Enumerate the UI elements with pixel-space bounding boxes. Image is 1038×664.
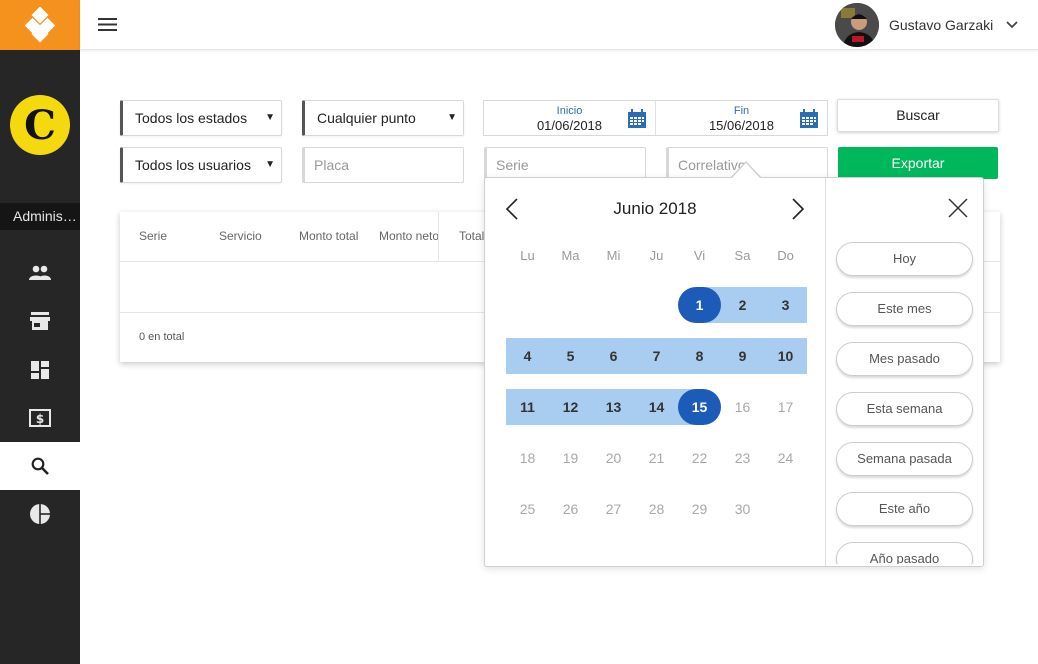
preset-button[interactable]: Hoy: [836, 242, 973, 276]
sidebar-item-reports[interactable]: [0, 490, 80, 538]
calendar-day[interactable]: 8: [678, 338, 721, 374]
calendar-day[interactable]: 12: [549, 389, 592, 425]
calendar-day[interactable]: 4: [506, 338, 549, 374]
point-select-value: Cualquier punto: [317, 110, 416, 126]
total-count: 0 en total: [139, 331, 185, 343]
calendar-icon: [800, 109, 818, 128]
calendar-day[interactable]: 28: [635, 491, 678, 527]
calendar-day[interactable]: 23: [721, 440, 764, 476]
calendar-day[interactable]: 29: [678, 491, 721, 527]
sidebar-item-dashboard[interactable]: [0, 346, 80, 394]
date-end[interactable]: Fin 15/06/2018: [655, 101, 827, 135]
status-select[interactable]: Todos los estados ▼: [120, 100, 282, 136]
app-logo-icon: [24, 7, 56, 43]
group-icon: [29, 265, 51, 280]
pie-chart-icon: [30, 504, 50, 524]
plate-input[interactable]: Placa: [302, 147, 464, 183]
avatar[interactable]: [835, 3, 879, 47]
company-logo-letter: C: [24, 101, 56, 149]
calendar-day[interactable]: 26: [549, 491, 592, 527]
calendar-day[interactable]: 7: [635, 338, 678, 374]
calendar-day[interactable]: 25: [506, 491, 549, 527]
preset-button[interactable]: Este año: [836, 492, 973, 526]
calendar-day[interactable]: 3: [764, 287, 807, 323]
calendar-day[interactable]: 2: [721, 287, 764, 323]
menu-icon[interactable]: [98, 17, 117, 32]
calendar-day[interactable]: 18: [506, 440, 549, 476]
search-icon: [31, 457, 49, 475]
export-button[interactable]: Exportar: [838, 147, 998, 179]
sidebar-item-payments[interactable]: $: [0, 394, 80, 442]
calendar-day[interactable]: 24: [764, 440, 807, 476]
store-icon: [30, 312, 50, 330]
calendar-day[interactable]: 5: [549, 338, 592, 374]
caret-down-icon: ▼: [265, 112, 275, 123]
user-role: Administrador: [0, 203, 80, 230]
chevron-down-icon[interactable]: [1005, 18, 1019, 32]
user-photo-icon: [835, 3, 879, 47]
column-header[interactable]: Serie: [139, 229, 209, 243]
date-start[interactable]: Inicio 01/06/2018: [484, 101, 655, 135]
top-bar: Gustavo Garzaki: [80, 0, 1038, 50]
preset-button[interactable]: Mes pasado: [836, 342, 973, 376]
company-logo: C: [10, 95, 70, 155]
users-select[interactable]: Todos los usuarios ▼: [120, 147, 282, 183]
svg-text:$: $: [36, 412, 44, 426]
sidebar-item-stores[interactable]: [0, 297, 80, 345]
point-select[interactable]: Cualquier punto ▼: [302, 100, 464, 136]
calendar-day[interactable]: 30: [721, 491, 764, 527]
search-button[interactable]: Buscar: [837, 99, 999, 132]
column-header[interactable]: Servicio: [219, 229, 289, 243]
calendar-day[interactable]: 27: [592, 491, 635, 527]
users-select-value: Todos los usuarios: [135, 157, 251, 173]
calendar-day[interactable]: 9: [721, 338, 764, 374]
sidebar: C Administrador $: [0, 0, 80, 664]
user-name[interactable]: Gustavo Garzaki: [889, 17, 993, 33]
popover-arrow-inner: [731, 163, 761, 179]
calendar-grid: 1 2 3 4 5 6 7 8 9 10 11 12 13 14 15 16 17 18 19 20 21 22 23 24 2…: [485, 178, 825, 568]
preset-button[interactable]: Esta semana: [836, 392, 973, 426]
preset-button[interactable]: Año pasado: [836, 542, 973, 564]
calendar-day[interactable]: 20: [592, 440, 635, 476]
status-select-value: Todos los estados: [135, 110, 248, 126]
calendar-day[interactable]: 10: [764, 338, 807, 374]
dashboard-icon: [31, 361, 49, 379]
calendar-day[interactable]: 6: [592, 338, 635, 374]
preset-list: Hoy Este mes Mes pasado Esta semana Semana p…: [826, 178, 983, 564]
column-header[interactable]: Monto total: [299, 229, 360, 243]
column-header[interactable]: Monto neto: [379, 229, 438, 243]
preset-button[interactable]: Semana pasada: [836, 442, 973, 476]
date-picker: Junio 2018 Lu Ma Mi Ju Vi Sa Do 1 2 3 4 5 6 7 8 9 10 11 1…: [484, 177, 984, 567]
preset-button[interactable]: Este mes: [836, 292, 973, 326]
date-range-field[interactable]: Inicio 01/06/2018 Fin 15/06/2018: [483, 100, 828, 136]
sidebar-item-search[interactable]: [0, 442, 80, 490]
calendar-day[interactable]: 16: [721, 389, 764, 425]
calendar-day[interactable]: 19: [549, 440, 592, 476]
caret-down-icon: ▼: [265, 159, 275, 170]
calendar-icon: [628, 109, 646, 128]
sidebar-item-users[interactable]: [0, 249, 80, 297]
calendar-day[interactable]: 14: [635, 389, 678, 425]
calendar-day[interactable]: 13: [592, 389, 635, 425]
app-logo[interactable]: [0, 0, 80, 50]
calendar-day[interactable]: 17: [764, 389, 807, 425]
calendar-day[interactable]: 22: [678, 440, 721, 476]
calendar-day[interactable]: 11: [506, 389, 549, 425]
calendar-day[interactable]: 21: [635, 440, 678, 476]
caret-down-icon: ▼: [447, 112, 457, 123]
column-divider: [438, 212, 439, 261]
calendar-day[interactable]: 15: [678, 389, 721, 425]
calendar-day[interactable]: 1: [678, 287, 721, 323]
money-icon: $: [29, 409, 51, 427]
